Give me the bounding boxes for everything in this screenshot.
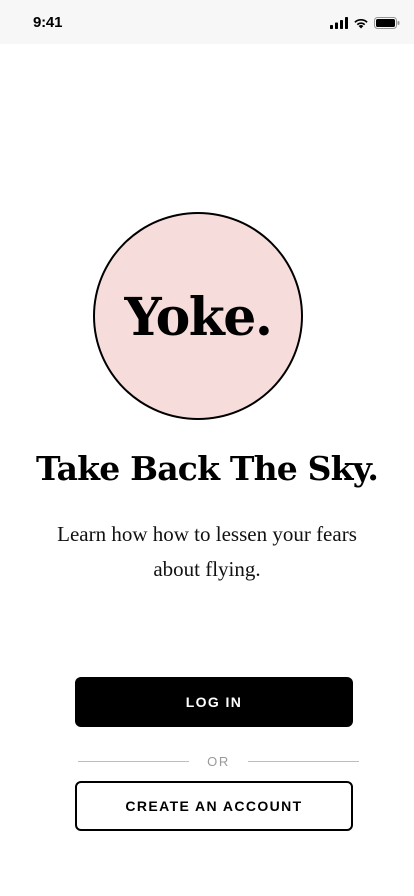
wifi-icon <box>353 17 369 29</box>
login-button[interactable]: LOG IN <box>75 677 353 727</box>
headline: Take Back The Sky. <box>35 449 379 488</box>
divider-label: OR <box>207 753 230 769</box>
status-bar: 9:41 <box>0 0 414 44</box>
divider-line-left <box>78 760 190 762</box>
logo-wordmark: Yoke. <box>124 286 273 348</box>
divider-line-right <box>247 760 360 762</box>
logo-circle: Yoke. <box>93 212 303 420</box>
create-account-button[interactable]: CREATE AN ACCOUNT <box>75 781 353 831</box>
tagline: Learn how how to lessen your fears about… <box>57 522 357 581</box>
status-icons <box>330 16 400 30</box>
battery-icon <box>374 17 400 29</box>
cellular-signal-icon <box>330 17 348 29</box>
or-divider: OR <box>78 752 360 770</box>
status-time: 9:41 <box>33 14 63 31</box>
